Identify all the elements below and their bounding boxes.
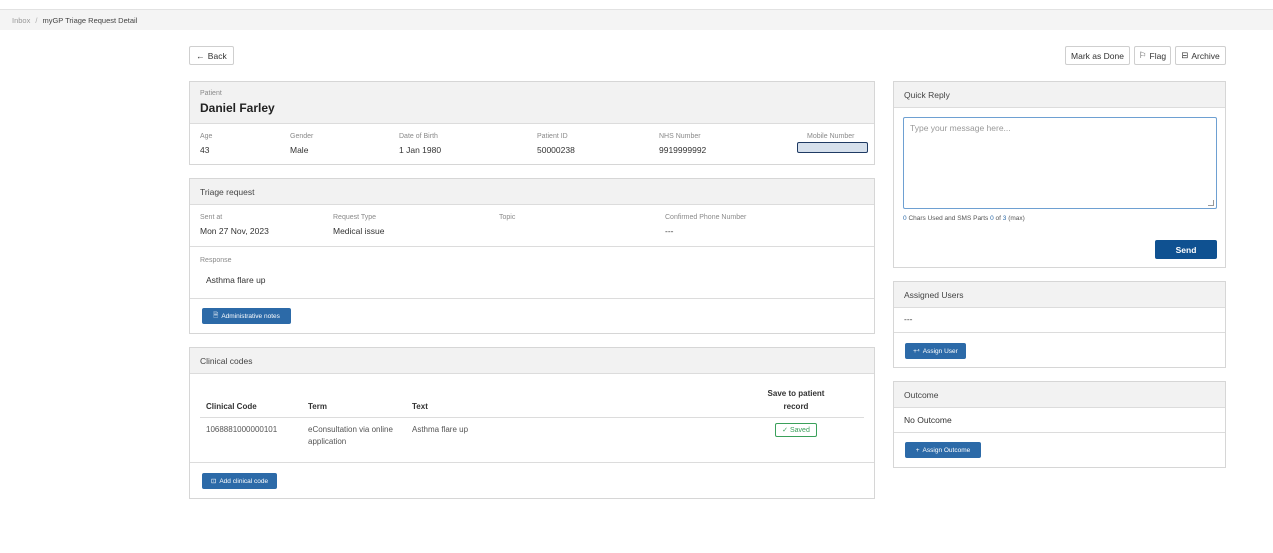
topic-label: Topic [499,214,516,221]
dob-value: 1 Jan 1980 [399,145,442,155]
nhs-number-label: NHS Number [659,133,701,140]
divider [894,432,1225,433]
clinical-code-cell: 1068881000000101 [206,425,278,434]
column-header-term: Term [308,402,327,411]
back-label: Back [207,50,227,61]
gender-label: Gender [290,133,314,140]
divider [190,462,874,463]
patient-section-label: Patient [200,90,222,97]
sent-at-label: Sent at [200,214,223,221]
archive-label: Archive [1191,50,1220,61]
outcome-title: Outcome [904,390,939,400]
sms-counter: 0 Chars Used and SMS Parts 0 of 3 (max) [903,215,1025,222]
divider [190,298,874,299]
assigned-users-header: Assigned Users [894,282,1225,308]
triage-card: Triage request Sent at Mon 27 Nov, 2023 … [189,178,875,334]
patient-name: Daniel Farley [200,101,275,115]
quick-reply-title: Quick Reply [904,90,950,100]
mark-as-done-label: Mark as Done [1071,50,1124,61]
quick-reply-card: Quick Reply Type your message here... 0 … [893,81,1226,268]
breadcrumb-current: myGP Triage Request Detail [42,16,138,25]
dob-label: Date of Birth [399,133,438,140]
breadcrumb-inbox[interactable]: Inbox [12,16,30,25]
flag-icon: ⚐ [1138,50,1147,60]
breadcrumb: Inbox / myGP Triage Request Detail [12,16,137,25]
message-textarea[interactable]: Type your message here... [903,117,1217,209]
message-placeholder: Type your message here... [910,123,1011,133]
mobile-number-label: Mobile Number [807,133,855,140]
flag-label: Flag [1149,50,1167,61]
clinical-codes-title: Clinical codes [200,356,253,366]
age-value: 43 [200,145,210,155]
add-user-icon: +⁴ [913,347,920,355]
table-divider [200,417,864,418]
parts-max-count: 3 [1002,215,1007,222]
patient-id-label: Patient ID [537,133,568,140]
clinical-codes-card: Clinical codes Clinical Code Term Text S… [189,347,875,499]
archive-button[interactable]: ⊟ Archive [1175,46,1226,65]
nhs-number-value: 9919999992 [659,145,707,155]
text-cell: Asthma flare up [412,425,469,434]
sent-at-value: Mon 27 Nov, 2023 [200,226,269,236]
add-clinical-code-button[interactable]: ⊡ Add clinical code [202,473,277,489]
term-cell-line1: eConsultation via online [308,425,393,434]
response-value: Asthma flare up [206,275,266,285]
divider [894,332,1225,333]
quick-reply-header: Quick Reply [894,82,1225,108]
breadcrumb-bar: Inbox / myGP Triage Request Detail [0,9,1273,30]
administrative-notes-label: Administrative notes [221,312,280,320]
outcome-value: No Outcome [904,415,952,425]
breadcrumb-separator: / [35,16,38,25]
archive-icon: ⊟ [1181,50,1189,60]
saved-label: Saved [790,426,810,434]
saved-status-badge: ✓ Saved [775,423,817,437]
add-clinical-code-label: Add clinical code [219,477,269,485]
request-type-value: Medical issue [333,226,385,236]
assign-outcome-button[interactable]: + Assign Outcome [905,442,981,458]
max-text: (max) [1008,215,1025,222]
administrative-notes-button[interactable]: 🗎 Administrative notes [202,308,291,324]
assign-outcome-label: Assign Outcome [922,446,971,454]
send-button[interactable]: Send [1155,240,1217,259]
column-header-clinical-code: Clinical Code [206,402,257,411]
outcome-header: Outcome [894,382,1225,408]
mobile-number-field[interactable] [797,142,868,153]
age-label: Age [200,133,213,140]
column-header-save-line2: record [783,402,809,411]
document-icon: 🗎 [213,311,219,319]
chars-used-count: 0 [903,215,907,222]
confirmed-phone-value: --- [665,226,674,236]
confirmed-phone-label: Confirmed Phone Number [665,214,747,221]
assign-user-label: Assign User [922,347,958,355]
chars-used-text: Chars Used and SMS Parts [908,215,989,222]
flag-button[interactable]: ⚐ Flag [1134,46,1171,65]
arrow-left-icon: ← [196,50,205,61]
clinical-codes-header: Clinical codes [190,348,874,374]
request-type-label: Request Type [333,214,377,221]
gender-value: Male [290,145,309,155]
add-code-icon: ⊡ [210,478,217,485]
response-label: Response [200,257,232,264]
assigned-users-title: Assigned Users [904,290,964,300]
assign-user-button[interactable]: +⁴ Assign User [905,343,966,359]
patient-card: Patient Daniel Farley Age 43 Gender Male… [189,81,875,165]
of-text: of [995,215,1001,222]
patient-id-value: 50000238 [537,145,575,155]
divider [190,246,874,247]
term-cell-line2: application [308,437,347,446]
mark-as-done-button[interactable]: Mark as Done [1065,46,1130,65]
triage-title: Triage request [200,187,255,197]
parts-used-count: 0 [990,215,994,222]
check-icon: ✓ [782,427,788,434]
outcome-card: Outcome No Outcome + Assign Outcome [893,381,1226,468]
assigned-users-card: Assigned Users --- +⁴ Assign User [893,281,1226,368]
plus-icon: + [915,446,920,454]
column-header-text: Text [412,402,428,411]
assigned-users-value: --- [904,314,913,324]
resize-handle-icon[interactable] [1208,200,1214,206]
back-button[interactable]: ← Back [189,46,234,65]
triage-header: Triage request [190,179,874,205]
patient-header: Patient Daniel Farley [190,82,874,124]
column-header-save-line1: Save to patient [767,389,825,398]
